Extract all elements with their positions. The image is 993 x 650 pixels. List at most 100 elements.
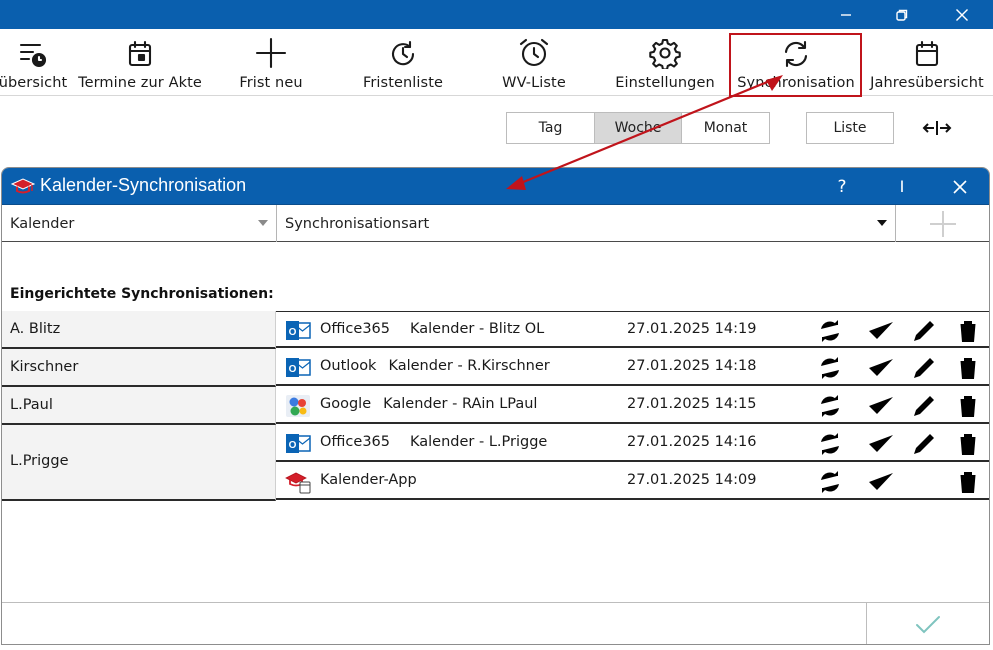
user-name: A. Blitz <box>10 321 61 337</box>
ribbon-wv-liste[interactable]: WV-Liste <box>494 29 574 96</box>
calendar-dropdown[interactable]: Kalender <box>2 205 277 242</box>
close-icon <box>953 179 967 194</box>
sync-icon[interactable] <box>816 317 844 345</box>
ok-button[interactable] <box>866 603 989 644</box>
check-icon[interactable] <box>867 317 895 345</box>
check-icon <box>916 616 940 634</box>
calendar-name: Kalender - Blitz OL <box>410 321 545 337</box>
add-sync-button[interactable] <box>896 205 989 242</box>
ribbon-einstellungen[interactable]: Einstellungen <box>614 29 716 96</box>
dialog-titlebar: Kalender-Synchronisation ? I <box>2 168 989 205</box>
sync-service: Office365 Kalender - Blitz OL <box>320 321 544 337</box>
sync-service: Outlook Kalender - R.Kirschner <box>320 358 550 374</box>
dialog-help-button[interactable]: ? <box>822 168 862 205</box>
trash-icon[interactable] <box>954 430 982 458</box>
sync-icon[interactable] <box>816 392 844 420</box>
sync-icon[interactable] <box>816 468 844 496</box>
dialog-close-button[interactable] <box>940 168 980 205</box>
view-monat-button[interactable]: Monat <box>682 113 769 143</box>
service-name: Outlook <box>320 358 377 374</box>
gear-icon <box>645 29 685 69</box>
list-clock-icon <box>13 29 53 69</box>
sync-icon[interactable] <box>816 430 844 458</box>
chevron-down-icon <box>258 220 268 226</box>
view-liste-button[interactable]: Liste <box>806 112 894 144</box>
service-name: Office365 <box>320 434 391 450</box>
ribbon-label: WV-Liste <box>502 75 566 91</box>
svg-text:O: O <box>289 327 297 338</box>
dialog-title: Kalender-Synchronisation <box>40 175 247 195</box>
sync-icon[interactable] <box>816 354 844 382</box>
calendar-sync-dialog: Kalender-Synchronisation ? I Kalender Sy… <box>1 167 990 645</box>
service-name: Office365 <box>320 321 391 337</box>
outlook-icon: O <box>286 434 311 453</box>
outlook-icon: O <box>286 358 311 377</box>
calendar-icon <box>120 29 160 69</box>
text-cursor-icon: I <box>899 177 905 196</box>
view-tag-button[interactable]: Tag <box>507 113 595 143</box>
user-name: Kirschner <box>10 359 79 375</box>
table-row[interactable]: O Office365 Kalender - Blitz OL 27.01.202… <box>276 311 989 348</box>
svg-text:O: O <box>289 364 297 375</box>
check-icon[interactable] <box>867 392 895 420</box>
clock-refresh-icon <box>383 29 423 69</box>
plus-icon <box>929 210 956 237</box>
trash-icon[interactable] <box>954 468 982 496</box>
chevron-down-icon <box>877 220 887 226</box>
trash-icon[interactable] <box>954 392 982 420</box>
restore-button[interactable] <box>876 0 928 29</box>
window-titlebar <box>0 0 993 29</box>
ribbon-uebersicht[interactable]: übersicht <box>0 29 75 96</box>
sync-type-dropdown-value: Synchronisationsart <box>285 215 430 232</box>
view-woche-button[interactable]: Woche <box>595 113 682 143</box>
table-row[interactable]: Kalender-App 27.01.2025 14:09 <box>276 463 989 500</box>
sync-timestamp: 27.01.2025 14:18 <box>627 358 757 374</box>
restore-icon <box>896 9 908 21</box>
sync-service: Google Kalender - RAin LPaul <box>320 396 537 412</box>
ribbon-termine-zur-akte[interactable]: Termine zur Akte <box>78 29 202 96</box>
pencil-icon[interactable] <box>910 392 938 420</box>
ribbon-label: übersicht <box>0 75 68 91</box>
trash-icon[interactable] <box>954 317 982 345</box>
check-icon[interactable] <box>867 430 895 458</box>
table-row[interactable]: Google Kalender - RAin LPaul 27.01.2025 1… <box>276 387 989 424</box>
sync-timestamp: 27.01.2025 14:16 <box>627 434 757 450</box>
ribbon-frist-neu[interactable]: Frist neu <box>231 29 311 96</box>
table-row[interactable]: O Office365 Kalender - L.Prigge 27.01.202… <box>276 425 989 462</box>
close-icon <box>956 8 968 21</box>
ribbon-label: Einstellungen <box>615 75 715 91</box>
table-row[interactable]: O Outlook Kalender - R.Kirschner 27.01.20… <box>276 349 989 386</box>
user-name: L.Paul <box>10 397 53 413</box>
minimize-button[interactable] <box>820 0 872 29</box>
user-cell-a-blitz: A. Blitz <box>2 311 276 349</box>
check-icon[interactable] <box>867 468 895 496</box>
expand-columns-icon[interactable] <box>922 118 952 138</box>
sync-type-dropdown[interactable]: Synchronisationsart <box>277 205 896 242</box>
user-cell-l-paul: L.Paul <box>2 387 276 425</box>
sync-service: Kalender-App <box>320 472 437 488</box>
pencil-icon[interactable] <box>910 354 938 382</box>
calendar-dropdown-value: Kalender <box>10 215 75 232</box>
dialog-footer <box>2 602 989 644</box>
service-name: Kalender-App <box>320 472 417 488</box>
check-icon[interactable] <box>867 354 895 382</box>
filter-row: Kalender Synchronisationsart <box>2 205 989 242</box>
sync-timestamp: 27.01.2025 14:19 <box>627 321 757 337</box>
pencil-icon[interactable] <box>910 317 938 345</box>
close-window-button[interactable] <box>936 0 988 29</box>
user-cell-kirschner: Kirschner <box>2 349 276 387</box>
calendar-name: Kalender - L.Prigge <box>410 434 548 450</box>
user-cell-l-prigge: L.Prigge <box>2 425 276 501</box>
user-name: L.Prigge <box>10 453 69 469</box>
sync-service: Office365 Kalender - L.Prigge <box>320 434 547 450</box>
ribbon-jahresuebersicht[interactable]: Jahresübersicht <box>869 29 985 96</box>
sync-timestamp: 27.01.2025 14:09 <box>627 472 757 488</box>
calendar-name: Kalender - R.Kirschner <box>388 358 550 374</box>
minimize-icon <box>841 13 851 16</box>
section-title: Eingerichtete Synchronisationen: <box>10 286 274 302</box>
ribbon-label: Fristenliste <box>362 75 444 91</box>
view-segmented-control: Tag Woche Monat <box>506 112 770 144</box>
ribbon-fristenliste[interactable]: Fristenliste <box>357 29 449 96</box>
pencil-icon[interactable] <box>910 430 938 458</box>
trash-icon[interactable] <box>954 354 982 382</box>
